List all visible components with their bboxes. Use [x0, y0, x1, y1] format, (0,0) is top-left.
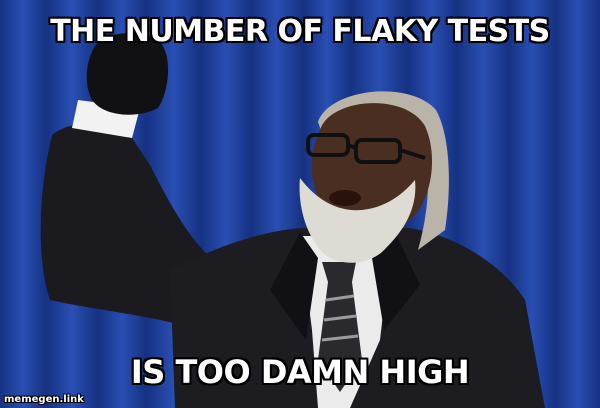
- watermark-link[interactable]: memegen.link: [4, 394, 84, 405]
- top-caption: THE NUMBER OF FLAKY TESTS: [50, 14, 550, 49]
- man-raising-fist-photo: [40, 33, 545, 408]
- bottom-caption: IS TOO DAMN HIGH: [130, 353, 470, 391]
- meme-image: THE NUMBER OF FLAKY TESTS IS TOO DAMN HI…: [0, 0, 600, 408]
